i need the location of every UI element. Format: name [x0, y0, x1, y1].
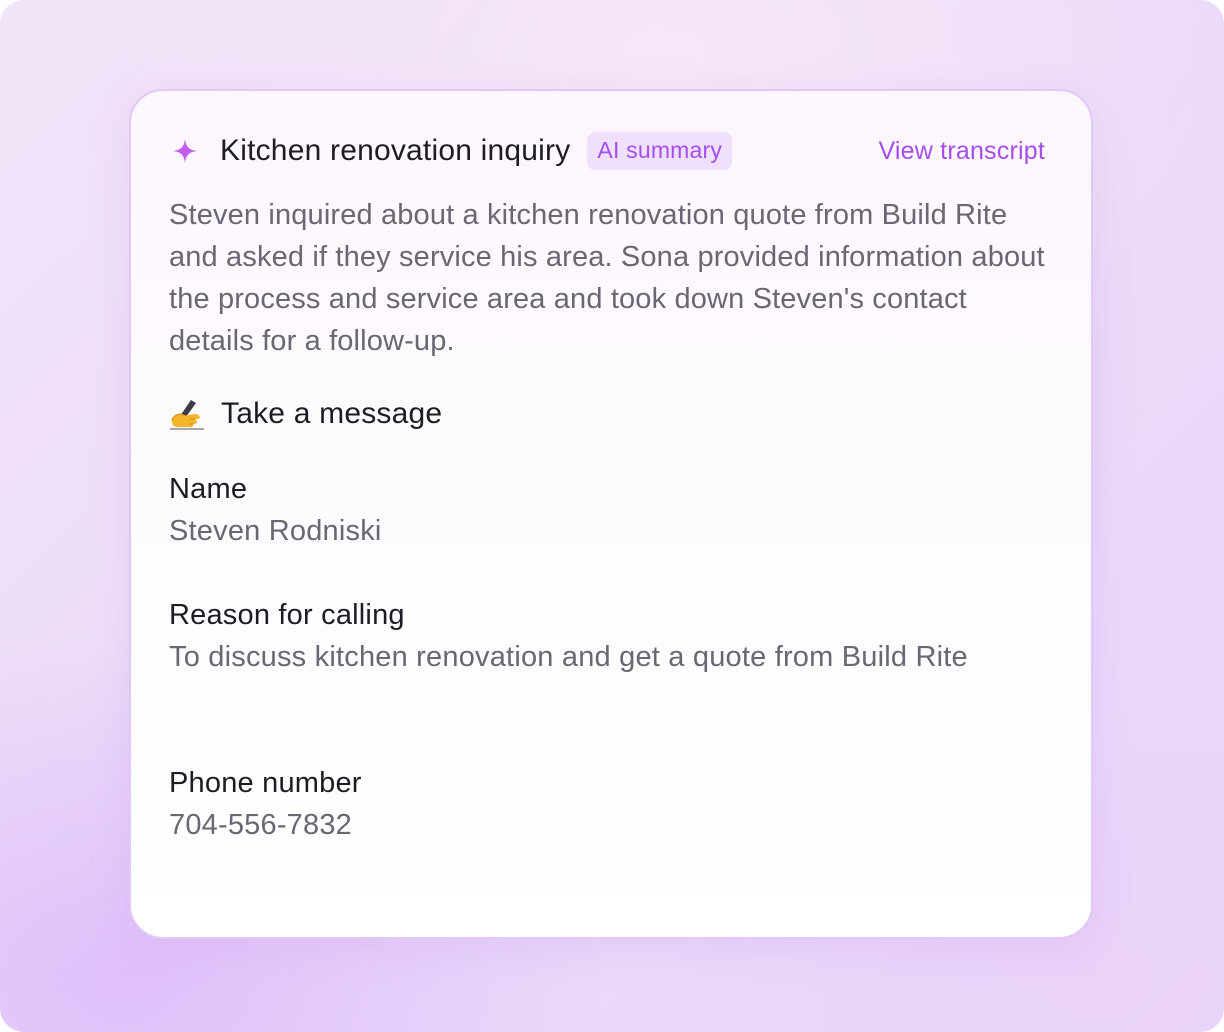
name-field: Name Steven Rodniski: [169, 468, 1029, 552]
summary-text: Steven inquired about a kitchen renovati…: [169, 199, 1045, 357]
take-message-title: Take a message: [221, 397, 443, 430]
phone-field: Phone number 704-556-7832: [169, 762, 1029, 846]
sparkle-icon: [171, 137, 199, 165]
field-label: Phone number: [169, 767, 362, 799]
call-summary-card: Kitchen renovation inquiry AI summary Vi…: [129, 89, 1093, 939]
field-label: Name: [169, 473, 248, 505]
ai-summary-badge: AI summary: [587, 132, 733, 170]
card-header: Kitchen renovation inquiry AI summary Vi…: [171, 131, 1045, 171]
card-title: Kitchen renovation inquiry: [220, 134, 571, 167]
take-message-heading: Take a message: [169, 393, 442, 435]
field-label: Reason for calling: [169, 599, 405, 631]
writing-hand-icon: [169, 397, 205, 431]
field-value: Steven Rodniski: [169, 515, 382, 547]
reason-field: Reason for calling To discuss kitchen re…: [169, 594, 999, 678]
field-value: 704-556-7832: [169, 809, 352, 841]
field-value: To discuss kitchen renovation and get a …: [169, 641, 968, 673]
view-transcript-link[interactable]: View transcript: [879, 137, 1046, 166]
background: Kitchen renovation inquiry AI summary Vi…: [0, 0, 1224, 1032]
